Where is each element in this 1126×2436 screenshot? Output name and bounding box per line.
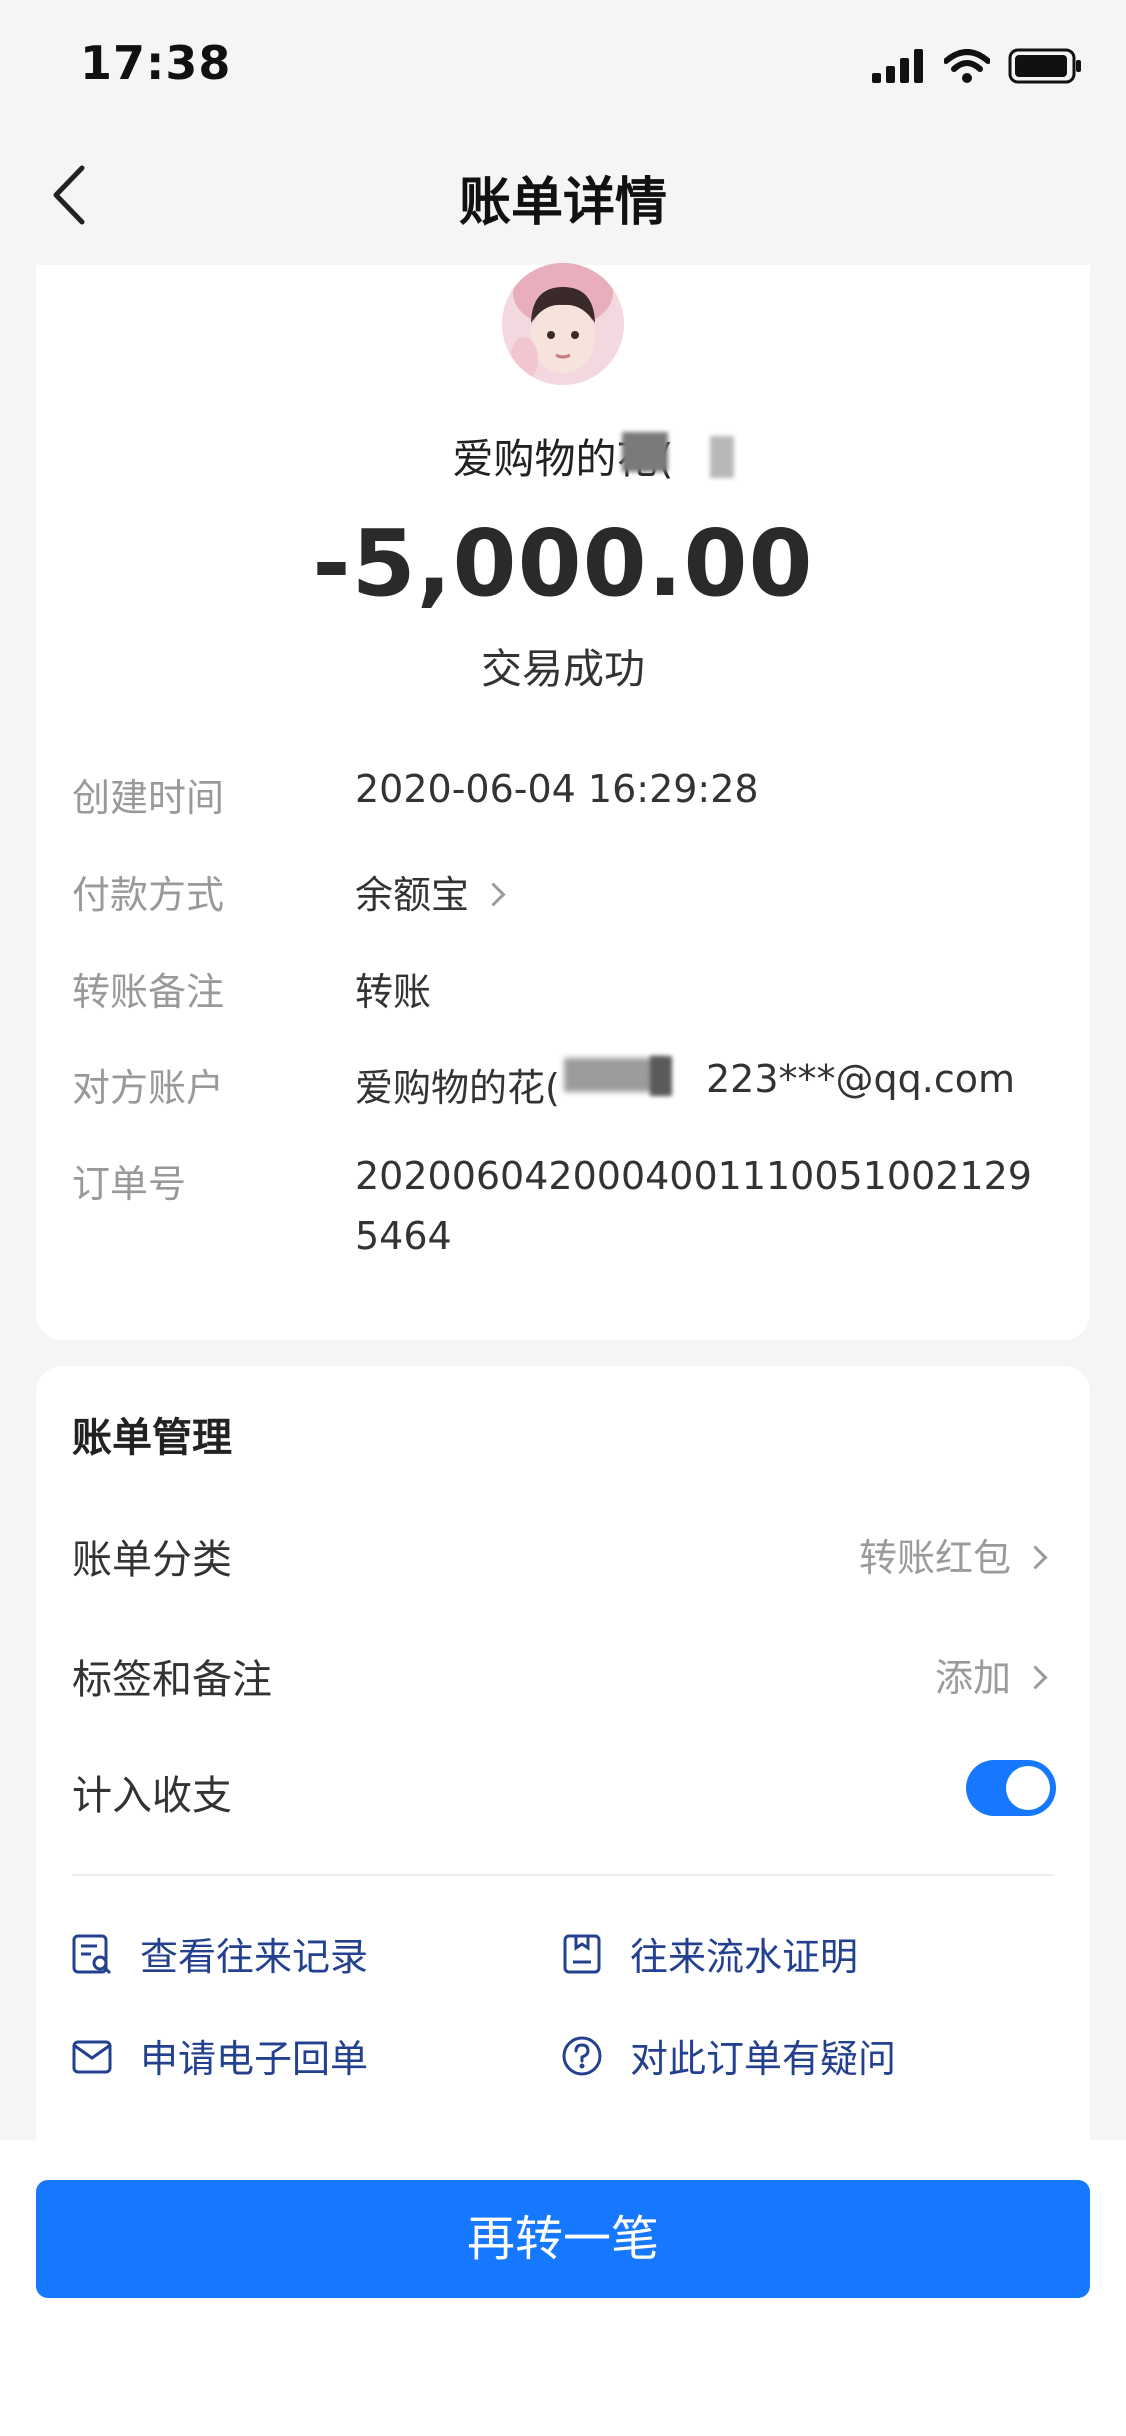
redacted-mark <box>650 1056 672 1096</box>
bill-management-title: 账单管理 <box>72 1415 232 1461</box>
order-question-label: 对此订单有疑问 <box>630 2037 897 2081</box>
redacted-mark <box>710 436 734 478</box>
payment-method-label: 付款方式 <box>72 873 225 917</box>
tags-notes-value: 添加 <box>934 1656 1011 1700</box>
e-receipt-link[interactable]: 申请电子回单 <box>70 2028 368 2083</box>
created-time-value: 2020-06-04 16:29:28 <box>355 767 759 811</box>
amount: -5,000.00 <box>312 510 814 617</box>
chevron-right-icon <box>1023 1545 1048 1570</box>
view-records-link[interactable]: 查看往来记录 <box>70 1926 368 1981</box>
signal-icon <box>872 49 923 83</box>
bill-category-value: 转账红包 <box>858 1536 1011 1580</box>
order-number-value: 20200604200040011100510021295464 <box>355 1154 1032 1258</box>
payee-name: 爱购物的花( <box>452 435 674 483</box>
payment-method-value: 余额宝 <box>355 873 470 917</box>
redacted-mark <box>564 1058 664 1092</box>
toggle-knob <box>1006 1766 1050 1810</box>
redacted-mark <box>622 432 668 472</box>
document-icon <box>563 1934 601 1973</box>
created-time-label: 创建时间 <box>72 776 225 820</box>
e-receipt-label: 申请电子回单 <box>140 2037 369 2081</box>
status-time: 17:38 <box>80 36 232 90</box>
avatar <box>502 263 624 385</box>
status-icons <box>872 46 1082 86</box>
question-icon <box>562 2036 602 2075</box>
transfer-note-label: 转账备注 <box>72 970 225 1014</box>
chevron-right-icon <box>1023 1665 1048 1690</box>
view-records-label: 查看往来记录 <box>140 1935 369 1979</box>
counterparty-account-suffix: 223***@qq.com <box>706 1057 1016 1101</box>
include-income-toggle[interactable] <box>966 1760 1056 1816</box>
bill-category-link[interactable]: 转账红包 <box>858 1527 1048 1582</box>
counterparty-account-label: 对方账户 <box>72 1066 225 1110</box>
battery-icon <box>1008 48 1081 84</box>
chevron-right-icon <box>481 882 506 907</box>
divider <box>72 1874 1054 1876</box>
tags-notes-link[interactable]: 添加 <box>934 1647 1048 1702</box>
record-search-icon <box>72 1934 112 1974</box>
mail-icon <box>72 2040 112 2073</box>
include-income-label: 计入收支 <box>72 1773 232 1819</box>
wifi-icon <box>944 49 990 83</box>
order-question-link[interactable]: 对此订单有疑问 <box>560 2028 896 2083</box>
payment-method-link[interactable]: 余额宝 <box>355 864 506 919</box>
statement-proof-label: 往来流水证明 <box>630 1935 859 1979</box>
bill-category-label: 账单分类 <box>72 1537 232 1583</box>
transfer-note-value: 转账 <box>355 970 432 1014</box>
statement-proof-link[interactable]: 往来流水证明 <box>560 1926 858 1981</box>
counterparty-account-prefix: 爱购物的花( <box>355 1066 560 1110</box>
order-number-label: 订单号 <box>72 1162 187 1206</box>
page-title: 账单详情 <box>458 173 667 233</box>
transaction-status: 交易成功 <box>481 645 645 693</box>
tags-notes-label: 标签和备注 <box>72 1657 272 1703</box>
transfer-again-button[interactable]: 再转一笔 <box>36 2180 1090 2298</box>
